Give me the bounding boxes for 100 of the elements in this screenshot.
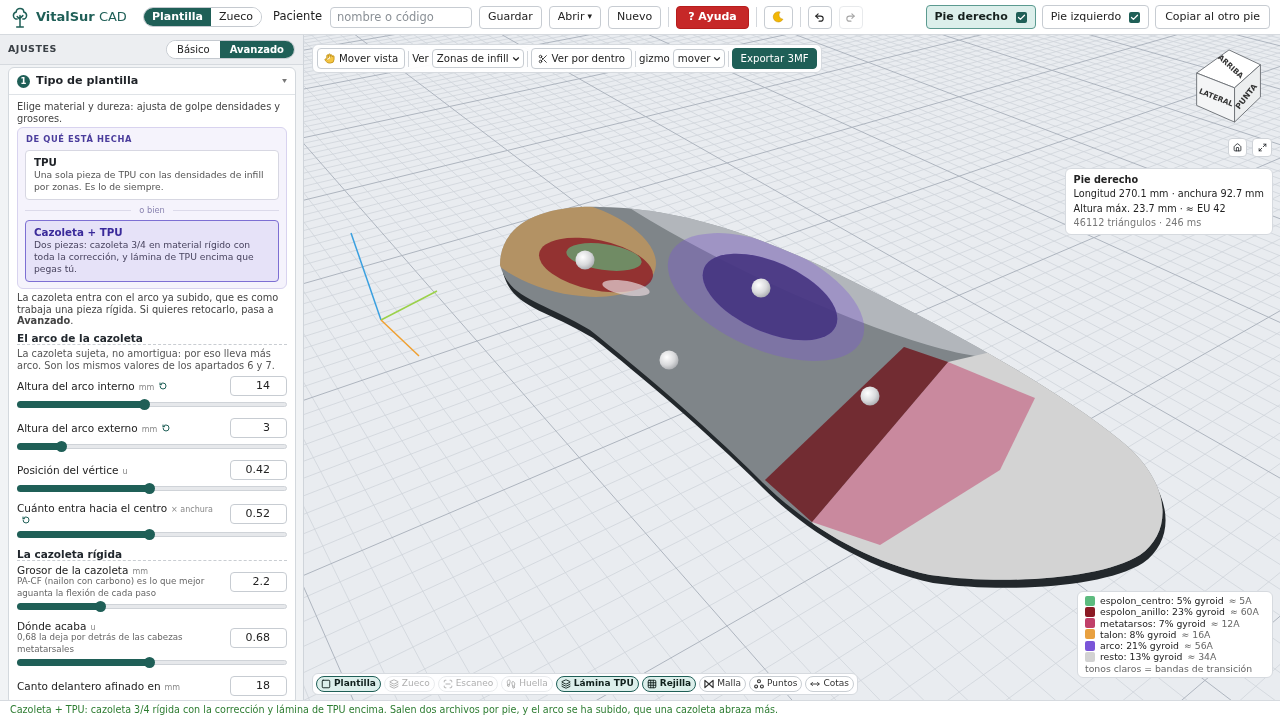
layer-toggle-chip[interactable]: Cotas bbox=[805, 676, 854, 692]
material-option[interactable]: Cazoleta + TPU Dos piezas: cazoleta 3/4 en material rígido con toda la corrección, y lámina de TPU encima que pegas tú. bbox=[25, 220, 279, 282]
redo-icon bbox=[845, 11, 857, 23]
scan-icon bbox=[442, 679, 453, 689]
section-header[interactable]: 1 Tipo de plantilla bbox=[9, 68, 295, 95]
copy-button[interactable]: Copiar al otro pie bbox=[1155, 5, 1270, 29]
mode-tab[interactable]: Avanzado bbox=[219, 41, 294, 58]
slider-track[interactable] bbox=[17, 529, 287, 541]
slider-thumb[interactable] bbox=[94, 601, 106, 613]
slider-label: Canto delantero afinado en bbox=[17, 680, 161, 693]
check-icon bbox=[1130, 12, 1140, 22]
group-heading: El arco de la cazoleta bbox=[17, 332, 287, 346]
number-field[interactable]: 3 bbox=[230, 418, 287, 439]
tree-logo-icon bbox=[12, 6, 28, 28]
pan-button[interactable]: Mover vista bbox=[317, 48, 406, 69]
product-tab[interactable]: Plantilla bbox=[143, 8, 211, 26]
toolbar-button[interactable]: Nuevo bbox=[607, 5, 662, 29]
fullscreen-button[interactable] bbox=[1252, 138, 1272, 157]
legend-label: espolon_anillo: 23% gyroid bbox=[1100, 606, 1225, 618]
dropdown-select[interactable]: mover bbox=[672, 49, 726, 68]
layers-icon bbox=[388, 679, 399, 689]
checkbox[interactable] bbox=[1015, 11, 1027, 23]
legend-label: arco: 21% gyroid bbox=[1100, 640, 1179, 652]
moon-icon bbox=[772, 11, 785, 23]
number-field[interactable]: 14 bbox=[230, 376, 287, 397]
undo-icon bbox=[814, 11, 826, 23]
toolbar-button[interactable]: Guardar bbox=[479, 5, 542, 29]
unit-label: mm bbox=[164, 683, 181, 693]
step-number-badge: 1 bbox=[17, 74, 30, 88]
select-label: gizmo bbox=[639, 51, 670, 66]
slider-track[interactable] bbox=[17, 483, 287, 495]
theme-toggle-button[interactable] bbox=[763, 5, 793, 29]
slider-thumb[interactable] bbox=[138, 399, 150, 411]
patient-label: Paciente bbox=[273, 8, 322, 26]
patient-search-field[interactable]: nombre o código bbox=[330, 6, 472, 28]
footprint-icon bbox=[506, 679, 517, 689]
undo-button[interactable] bbox=[807, 5, 832, 29]
control-point-handle[interactable] bbox=[860, 386, 880, 406]
slider-label: Altura del arco externo bbox=[17, 422, 138, 435]
slider-thumb[interactable] bbox=[143, 529, 155, 541]
control-point-handle[interactable] bbox=[659, 350, 679, 370]
control-point-handle[interactable] bbox=[575, 250, 595, 270]
section-note: La cazoleta entra con el arco ya subido, que es como trabaja una pieza rígida. Si quieres retocarlo, pasa a Avanzado. bbox=[17, 292, 280, 328]
group-title: DE QUÉ ESTÁ HECHA bbox=[25, 133, 134, 145]
reset-icon[interactable] bbox=[162, 424, 171, 433]
slider-label: Altura del arco interno bbox=[17, 380, 135, 393]
expand-icon bbox=[1257, 143, 1267, 152]
square-icon bbox=[321, 679, 331, 689]
legend-note: tonos claros = bandas de transición bbox=[1085, 662, 1254, 674]
option-title: TPU bbox=[34, 156, 58, 169]
unit-label: mm bbox=[141, 425, 158, 435]
separator-label: o bien bbox=[139, 205, 165, 215]
home-view-button[interactable] bbox=[1228, 138, 1247, 157]
slider-label: Dónde acaba bbox=[17, 620, 87, 633]
export-button[interactable]: Exportar 3MF bbox=[732, 48, 817, 69]
reset-icon[interactable] bbox=[22, 516, 30, 525]
slider-thumb[interactable] bbox=[143, 657, 155, 669]
scissors-icon bbox=[537, 53, 548, 64]
number-field[interactable]: 18 bbox=[230, 676, 287, 697]
layer-toggle-chip[interactable]: Lámina TPU bbox=[555, 676, 639, 692]
layers-icon bbox=[560, 679, 571, 689]
slider-thumb[interactable] bbox=[143, 483, 155, 495]
help-button[interactable]: ? Ayuda bbox=[676, 5, 749, 29]
control-point-handle[interactable] bbox=[751, 278, 771, 298]
slider-thumb[interactable] bbox=[55, 441, 67, 453]
unit-label: u bbox=[122, 467, 128, 477]
section-title: Tipo de plantilla bbox=[36, 72, 139, 89]
hand-icon bbox=[324, 53, 335, 64]
menu-button[interactable]: Abrir ▾ bbox=[548, 5, 601, 29]
dropdown-select[interactable]: Zonas de infill bbox=[431, 49, 524, 68]
slider-label: Posición del vértice bbox=[17, 464, 119, 477]
number-field[interactable]: 2.2 bbox=[230, 571, 287, 592]
layer-toggle-chip[interactable]: Puntos bbox=[749, 676, 803, 692]
3d-viewport[interactable] bbox=[304, 35, 1280, 700]
section-view-button[interactable]: Ver por dentro bbox=[530, 48, 632, 69]
option-description: Dos piezas: cazoleta 3/4 en material rígido con toda la corrección, y lámina de TPU encima que pegas tú. bbox=[34, 239, 255, 275]
number-field[interactable]: 0.68 bbox=[230, 627, 287, 648]
caret-icon bbox=[282, 79, 287, 83]
foot-tab[interactable]: Pie izquierdo bbox=[1041, 5, 1150, 29]
group-heading: La cazoleta rígida bbox=[17, 548, 287, 562]
slider-label: Grosor de la cazoleta bbox=[17, 564, 129, 577]
foot-tab[interactable]: Pie derecho bbox=[925, 5, 1036, 29]
number-field[interactable]: 0.42 bbox=[230, 460, 287, 481]
check-icon bbox=[1016, 12, 1026, 22]
checkbox[interactable] bbox=[1129, 11, 1141, 23]
number-field[interactable]: 0.52 bbox=[230, 504, 287, 525]
reset-icon[interactable] bbox=[159, 382, 168, 391]
legend-hardness: ≈ 56A bbox=[1184, 640, 1213, 652]
layer-toggle-chip[interactable]: Rejilla bbox=[641, 676, 697, 692]
legend-label: talon: 8% gyroid bbox=[1100, 628, 1177, 641]
layer-toggle-chip[interactable]: Malla bbox=[699, 676, 746, 692]
slider-track[interactable] bbox=[17, 657, 287, 669]
panel-title: AJUSTES bbox=[8, 42, 57, 57]
legend-hardness: ≈ 16A bbox=[1181, 628, 1211, 641]
legend-hardness: ≈ 60A bbox=[1229, 606, 1259, 618]
slider-hint: 0,68 la deja por detrás de las cabezas metatarsales bbox=[17, 632, 184, 656]
material-option[interactable]: TPU Una sola pieza de TPU con las densidades de infill por zonas. Es lo de siempre. bbox=[25, 150, 279, 200]
layer-toggle-chip[interactable]: Plantilla bbox=[316, 676, 381, 692]
app-title: VitalSur CAD bbox=[36, 8, 127, 27]
info-line: Longitud 270.1 mm · anchura 92.7 mm bbox=[1073, 187, 1264, 202]
